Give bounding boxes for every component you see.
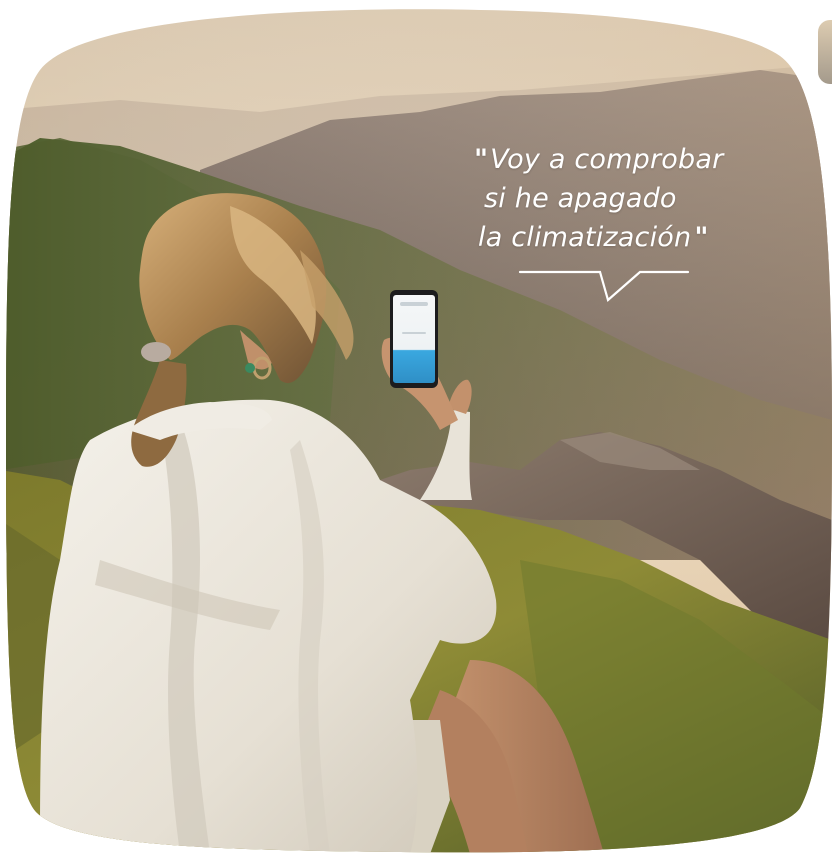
quote-line-2: si he apagado	[484, 183, 677, 214]
speech-bubble-tail-icon	[518, 270, 690, 302]
quote-text-line-3: la climatización	[478, 222, 692, 253]
quote-line-1: " Voy a comprobar	[474, 140, 804, 179]
quote-text-line-1: Voy a comprobar	[490, 144, 724, 175]
close-quote-mark: "	[694, 222, 708, 253]
adjacent-card-edge	[818, 20, 832, 84]
testimonial-quote: " Voy a comprobar si he apagado la climat…	[474, 140, 804, 257]
smartphone-icon	[390, 290, 438, 388]
stage: " Voy a comprobar si he apagado la climat…	[0, 0, 832, 854]
open-quote-mark: "	[474, 144, 488, 175]
photo-illustration	[6, 9, 832, 853]
hero-photo	[0, 0, 832, 854]
quote-line-3: la climatización "	[474, 218, 804, 257]
